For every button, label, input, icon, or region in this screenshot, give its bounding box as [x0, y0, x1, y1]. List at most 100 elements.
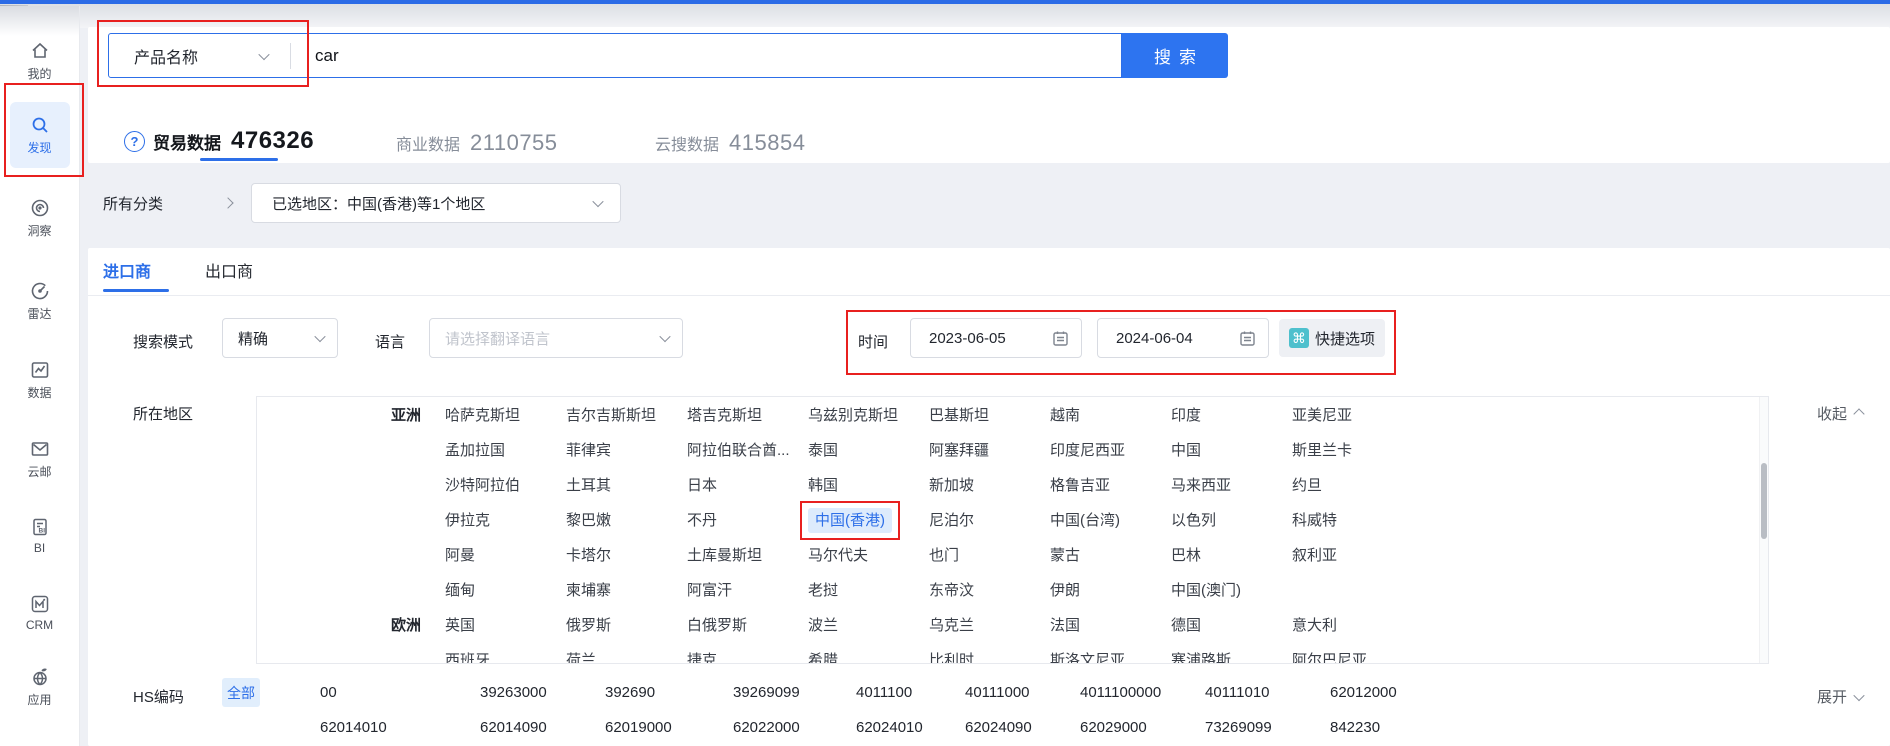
- region-item[interactable]: 以色列: [1171, 512, 1216, 529]
- expand-toggle[interactable]: 展开: [1817, 686, 1863, 707]
- hs-code-item[interactable]: 4011100: [856, 684, 965, 701]
- region-item[interactable]: 缅甸: [445, 582, 475, 599]
- sidebar-item-cloudmail[interactable]: 云邮: [0, 438, 79, 480]
- region-item[interactable]: 德国: [1171, 617, 1201, 634]
- region-item[interactable]: 尼泊尔: [929, 512, 974, 529]
- tab-trade-data[interactable]: ? 贸易数据 476326: [124, 127, 314, 155]
- date-from-input[interactable]: 2023-06-05: [910, 318, 1082, 358]
- region-item[interactable]: 黎巴嫩: [566, 512, 611, 529]
- region-item[interactable]: 伊拉克: [445, 512, 490, 529]
- sidebar-item-insight[interactable]: 洞察: [0, 197, 79, 239]
- hs-code-item[interactable]: 62024090: [965, 719, 1080, 736]
- region-item[interactable]: 日本: [687, 477, 717, 494]
- region-item[interactable]: 乌克兰: [929, 617, 974, 634]
- region-item[interactable]: 沙特阿拉伯: [445, 477, 520, 494]
- region-item[interactable]: 中国: [1171, 442, 1201, 459]
- tab-business-data[interactable]: 商业数据 2110755: [396, 130, 558, 156]
- hs-all-badge[interactable]: 全部: [222, 678, 260, 707]
- region-item[interactable]: 塞浦路斯: [1171, 652, 1231, 664]
- region-item[interactable]: 孟加拉国: [445, 442, 505, 459]
- search-bar[interactable]: 产品名称 car: [108, 33, 1122, 78]
- hs-code-item[interactable]: 62019000: [605, 719, 733, 736]
- scrollbar-thumb[interactable]: [1761, 463, 1767, 539]
- region-item[interactable]: 阿拉伯联合酋...: [687, 442, 790, 459]
- tab-exporter[interactable]: 出口商: [205, 258, 253, 282]
- region-item[interactable]: 俄罗斯: [566, 617, 611, 634]
- sidebar-item-apps[interactable]: 应用: [0, 666, 79, 708]
- region-item[interactable]: 土库曼斯坦: [687, 547, 762, 564]
- hs-code-item[interactable]: 40111010: [1205, 684, 1330, 701]
- region-item[interactable]: 乌兹别克斯坦: [808, 407, 898, 424]
- region-item[interactable]: 卡塔尔: [566, 547, 611, 564]
- hs-code-item[interactable]: 39269099: [733, 684, 856, 701]
- region-item[interactable]: 印度: [1171, 407, 1201, 424]
- region-item[interactable]: 伊朗: [1050, 582, 1080, 599]
- region-item[interactable]: 不丹: [687, 512, 717, 529]
- region-item[interactable]: 中国(澳门): [1171, 582, 1241, 599]
- hs-code-item[interactable]: 39263000: [480, 684, 605, 701]
- region-item[interactable]: 哈萨克斯坦: [445, 407, 520, 424]
- sidebar-item-radar[interactable]: 雷达: [0, 280, 79, 322]
- region-item[interactable]: 蒙古: [1050, 547, 1080, 564]
- quick-options-button[interactable]: ⌘ 快捷选项: [1279, 319, 1385, 357]
- region-item[interactable]: 印度尼西亚: [1050, 442, 1125, 459]
- region-item[interactable]: 马来西亚: [1171, 477, 1231, 494]
- region-item[interactable]: 捷克: [687, 652, 717, 664]
- region-item[interactable]: 阿曼: [445, 547, 475, 564]
- region-item[interactable]: 土耳其: [566, 477, 611, 494]
- region-item[interactable]: 老挝: [808, 582, 838, 599]
- region-item[interactable]: 越南: [1050, 407, 1080, 424]
- region-item[interactable]: 阿富汗: [687, 582, 732, 599]
- region-item[interactable]: 英国: [445, 617, 475, 634]
- region-item[interactable]: 斯洛文尼亚: [1050, 652, 1125, 664]
- sidebar-item-bi[interactable]: BI BI: [0, 516, 79, 555]
- region-item[interactable]: 科威特: [1292, 512, 1337, 529]
- sidebar-item-my[interactable]: 我的: [0, 40, 79, 82]
- question-circle-icon[interactable]: ?: [124, 131, 145, 152]
- hs-code-item[interactable]: 62012000: [1330, 684, 1450, 701]
- hs-code-item[interactable]: 62029000: [1080, 719, 1205, 736]
- search-category-select[interactable]: 产品名称: [134, 44, 198, 68]
- region-item[interactable]: 西班牙: [445, 652, 490, 664]
- breadcrumb-all-categories[interactable]: 所有分类: [103, 193, 163, 214]
- region-item[interactable]: 约旦: [1292, 477, 1322, 494]
- region-item[interactable]: 柬埔寨: [566, 582, 611, 599]
- region-item[interactable]: 巴林: [1171, 547, 1201, 564]
- sidebar-item-crm[interactable]: CRM: [0, 593, 79, 632]
- selected-region-dropdown[interactable]: 已选地区：中国(香港)等1个地区: [251, 183, 621, 223]
- region-item[interactable]: 泰国: [808, 442, 838, 459]
- region-item[interactable]: 荷兰: [566, 652, 596, 664]
- collapse-toggle[interactable]: 收起: [1817, 403, 1863, 424]
- region-item[interactable]: 斯里兰卡: [1292, 442, 1352, 459]
- region-item-selected[interactable]: 中国(香港): [808, 508, 892, 533]
- language-select[interactable]: 请选择翻译语言: [429, 318, 683, 358]
- region-item[interactable]: 比利时: [929, 652, 974, 664]
- region-item[interactable]: 亚美尼亚: [1292, 407, 1352, 424]
- hs-code-item[interactable]: 842230: [1330, 719, 1450, 736]
- hs-code-item[interactable]: 4011100000: [1080, 684, 1205, 701]
- search-input[interactable]: car: [315, 46, 339, 66]
- region-item[interactable]: 阿尔巴尼亚: [1292, 652, 1367, 664]
- hs-code-item[interactable]: 00: [320, 684, 480, 701]
- region-item[interactable]: 马尔代夫: [808, 547, 868, 564]
- region-item[interactable]: 叙利亚: [1292, 547, 1337, 564]
- sidebar-item-data[interactable]: 数据: [0, 359, 79, 401]
- region-item[interactable]: 希腊: [808, 652, 838, 664]
- hs-code-item[interactable]: 62022000: [733, 719, 856, 736]
- tab-cloud-search-data[interactable]: 云搜数据 415854: [655, 130, 805, 156]
- tab-importer[interactable]: 进口商: [103, 258, 151, 282]
- region-item[interactable]: 中国(台湾): [1050, 512, 1120, 529]
- region-item[interactable]: 也门: [929, 547, 959, 564]
- region-item[interactable]: 巴基斯坦: [929, 407, 989, 424]
- region-item[interactable]: 塔吉克斯坦: [687, 407, 762, 424]
- hs-code-item[interactable]: 62024010: [856, 719, 965, 736]
- hs-code-item[interactable]: 73269099: [1205, 719, 1330, 736]
- search-button[interactable]: 搜索: [1122, 33, 1228, 78]
- region-item[interactable]: 阿塞拜疆: [929, 442, 989, 459]
- region-item[interactable]: 菲律宾: [566, 442, 611, 459]
- region-item[interactable]: 格鲁吉亚: [1050, 477, 1110, 494]
- hs-code-item[interactable]: 392690: [605, 684, 733, 701]
- region-item[interactable]: 白俄罗斯: [687, 617, 747, 634]
- sidebar-item-discover[interactable]: 发现: [0, 114, 79, 156]
- date-to-input[interactable]: 2024-06-04: [1097, 318, 1269, 358]
